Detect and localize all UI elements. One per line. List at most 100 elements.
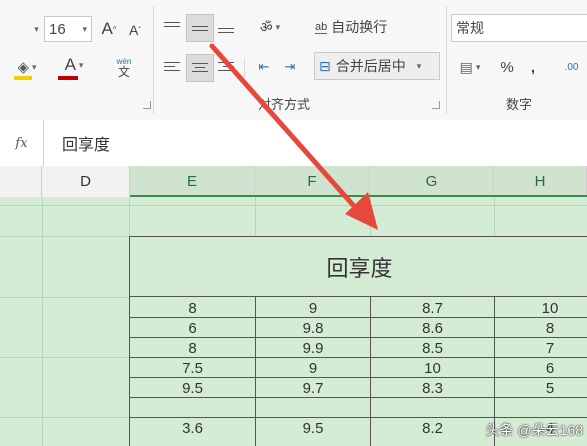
table-cell[interactable]: 6 — [495, 358, 587, 378]
column-header-row: D E F G H — [0, 166, 587, 198]
align-center-button[interactable] — [186, 54, 214, 82]
gridline — [0, 236, 129, 237]
increase-font-icon: A — [101, 19, 113, 38]
table-cell[interactable]: 8.3 — [371, 378, 494, 398]
fill-color-swatch — [14, 76, 32, 80]
font-dialog-launcher[interactable] — [143, 101, 151, 109]
comma-style-button[interactable]: , — [522, 54, 544, 80]
merged-title-text: 回享度 — [326, 255, 393, 281]
table-cell[interactable]: 10 — [371, 358, 494, 378]
insert-function-button[interactable]: fx — [0, 120, 44, 166]
table-cell[interactable]: 8.7 — [371, 298, 494, 318]
ribbon: ▾ 16 ▾ A ^ Aˇ ◈ ▾ A ▾ wén 文 ॐ ▾ ab 自动换行 … — [0, 0, 587, 121]
gridline — [255, 197, 256, 237]
alignment-group-label: 对齐方式 — [258, 97, 311, 112]
align-middle-button[interactable] — [186, 14, 214, 42]
wrap-text-button[interactable]: ab 自动换行 — [315, 14, 407, 40]
increase-indent-button[interactable]: ⇥ — [278, 54, 302, 80]
align-bottom-icon — [218, 21, 234, 33]
fx-icon: fx — [15, 135, 28, 151]
gridline — [494, 197, 495, 237]
table-cell[interactable]: 9.7 — [256, 378, 370, 398]
formula-bar: fx 回享度 — [0, 120, 587, 167]
decrease-indent-button[interactable]: ⇤ — [252, 54, 276, 80]
table-cell[interactable]: 9 — [256, 298, 370, 318]
chevron-down-icon: ▾ — [416, 60, 422, 71]
table-cell[interactable]: 9 — [256, 358, 370, 378]
number-format-select[interactable]: 常规 — [451, 14, 587, 42]
table-cell[interactable]: 8.2 — [371, 418, 494, 438]
align-top-icon — [164, 21, 180, 33]
percent-style-button[interactable]: % — [496, 54, 518, 80]
align-right-icon — [218, 61, 234, 73]
column-letter: G — [425, 173, 438, 190]
font-color-button[interactable]: A ▾ — [56, 52, 92, 78]
alignment-dialog-launcher[interactable] — [432, 101, 440, 109]
table-cell[interactable]: 9.5 — [256, 418, 370, 438]
chevron-down-icon: ▾ — [82, 23, 87, 34]
currency-format-button[interactable]: ▤ ▾ — [452, 54, 488, 80]
table-cell[interactable]: 8.6 — [371, 318, 494, 338]
decrease-font-button[interactable]: Aˇ — [124, 18, 146, 42]
row-header-corner[interactable] — [0, 166, 42, 197]
column-header-h[interactable]: H — [494, 166, 587, 197]
table-cell[interactable]: 8 — [130, 338, 255, 358]
align-left-icon — [164, 61, 180, 73]
table-cell[interactable]: 9.9 — [256, 338, 370, 358]
column-header-e[interactable]: E — [130, 166, 255, 197]
table-cell[interactable]: 7.5 — [130, 358, 255, 378]
wrap-text-label: 自动换行 — [331, 19, 388, 35]
gridline — [129, 197, 130, 237]
align-middle-icon — [192, 22, 208, 34]
currency-icon: ▤ — [459, 58, 473, 75]
table-cell[interactable]: 7 — [495, 338, 587, 358]
group-separator — [153, 6, 154, 114]
increase-indent-icon: ⇥ — [284, 59, 296, 74]
align-center-icon — [192, 62, 208, 74]
align-bottom-button[interactable] — [214, 14, 238, 40]
phonetic-bottom-text: 文 — [117, 65, 130, 79]
table-cell[interactable]: 9.5 — [130, 378, 255, 398]
formula-input[interactable]: 回享度 — [48, 124, 587, 162]
table-cell[interactable]: 8 — [495, 318, 587, 338]
table-cell[interactable]: 8.5 — [371, 338, 494, 358]
table-cell[interactable]: 3.6 — [130, 418, 255, 438]
worksheet-grid[interactable]: 回享度 8 9 8.7 10 6 9.8 8.6 8 8 9.9 8.5 7 7… — [0, 197, 587, 446]
font-color-icon: A — [64, 55, 76, 74]
column-letter: F — [307, 173, 317, 190]
watermark: 头条 @朵云168 — [485, 422, 583, 438]
table-cell[interactable]: 10 — [495, 298, 587, 318]
comma-icon: , — [530, 58, 536, 76]
gridline — [0, 297, 129, 298]
align-left-button[interactable] — [160, 54, 184, 80]
column-header-d[interactable]: D — [42, 166, 130, 197]
increase-font-button[interactable]: A ^ — [98, 16, 120, 42]
font-size-select[interactable]: 16 ▾ — [44, 16, 92, 42]
phonetic-guide-button[interactable]: wén 文 — [106, 52, 142, 82]
decrease-font-icon: A — [128, 22, 139, 38]
table-cell[interactable]: 8 — [130, 298, 255, 318]
font-name-dropdown[interactable]: ▾ — [28, 17, 42, 41]
merge-center-button[interactable]: ⊟ 合并后居中 ▾ — [314, 52, 440, 80]
text-orientation-icon: ॐ — [259, 18, 273, 35]
number-format-value: 常规 — [456, 20, 484, 36]
merge-cells-icon: ⊟ — [319, 57, 331, 74]
increase-decimal-button[interactable]: .00 — [556, 54, 587, 80]
gridline — [0, 357, 129, 358]
table-cell[interactable]: 5 — [495, 378, 587, 398]
text-orientation-button[interactable]: ॐ ▾ — [250, 14, 290, 40]
column-header-f[interactable]: F — [255, 166, 370, 197]
column-letter: H — [534, 173, 546, 190]
merged-title-cell[interactable]: 回享度 — [129, 236, 587, 297]
chevron-down-icon: ▾ — [475, 61, 481, 72]
align-right-button[interactable] — [214, 54, 238, 80]
increase-decimal-icon: .00 — [564, 61, 579, 73]
font-size-value: 16 — [49, 20, 66, 38]
align-top-button[interactable] — [160, 14, 184, 40]
column-header-g[interactable]: G — [370, 166, 494, 197]
table-cell[interactable]: 6 — [130, 318, 255, 338]
decrease-indent-icon: ⇤ — [258, 59, 270, 74]
merge-center-label: 合并后居中 — [335, 58, 406, 74]
table-cell[interactable]: 9.8 — [256, 318, 370, 338]
font-color-swatch — [58, 76, 78, 80]
